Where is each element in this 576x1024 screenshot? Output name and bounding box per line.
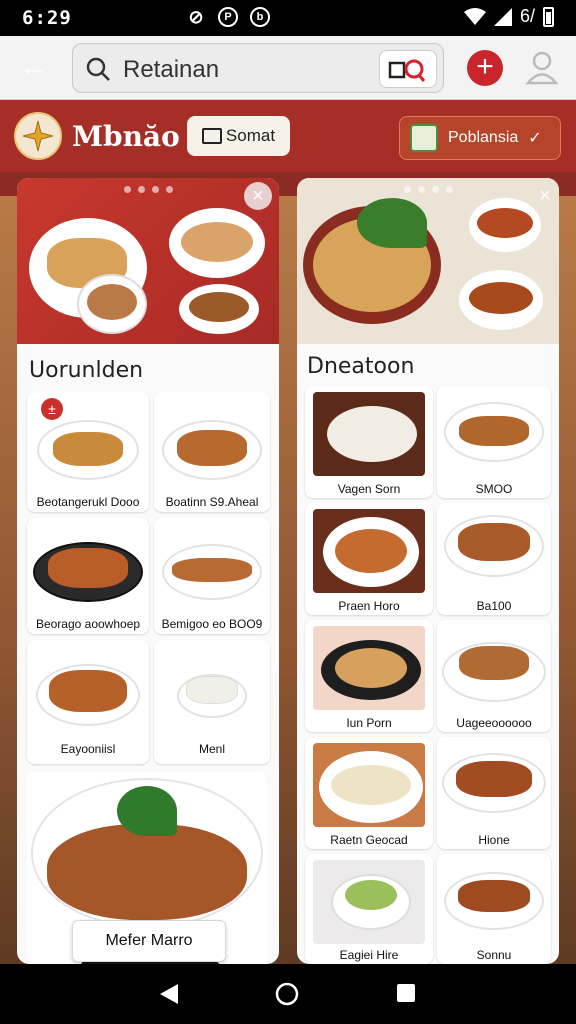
profile-icon[interactable] <box>525 50 559 86</box>
notification-icons: ⊘ P b <box>186 7 270 27</box>
location-label: Poblansia <box>448 129 519 146</box>
menu-item-label: Beorago aoowhoep <box>35 617 141 631</box>
menu-item-tile[interactable]: Hione <box>437 737 551 849</box>
battery-icon <box>543 6 554 27</box>
menu-item-tile[interactable]: Eayooniisl <box>27 640 149 764</box>
menu-item-label: Vagen Sorn <box>337 482 401 496</box>
signal-text: 6/ <box>519 6 535 26</box>
restaurant-name: Mbnăo <box>72 120 180 153</box>
right-hero-image <box>297 178 559 344</box>
close-icon[interactable]: × <box>244 182 272 210</box>
status-time: 6:29 <box>22 7 72 29</box>
menu-item-tile[interactable]: Boatinn S9.Aheal <box>154 392 270 512</box>
menu-item-tile[interactable]: Bemigoo eo BOO9 <box>154 518 270 634</box>
status-bar: 6:29 ⊘ P b 6/ <box>0 0 576 36</box>
search-bar[interactable]: Retainan <box>72 43 444 93</box>
menu-item-tile[interactable]: Praen Horo <box>305 503 433 615</box>
badge-icon: ± <box>41 398 63 420</box>
menu-item-tile[interactable]: SMOO <box>437 386 551 498</box>
menu-item-label: Eayooniisl <box>60 742 116 756</box>
menu-item-label: Sonnu <box>476 948 512 962</box>
menu-item-tile[interactable]: Iun Porn <box>305 620 433 732</box>
back-triangle-icon[interactable] <box>158 982 182 1006</box>
menu-item-tile[interactable]: Ba100 <box>437 503 551 615</box>
b-notification-icon: b <box>250 7 270 27</box>
sort-label: Somat <box>225 126 276 145</box>
search-input[interactable]: Retainan <box>123 56 219 84</box>
close-icon[interactable]: × <box>531 182 559 210</box>
menu-item-tile[interactable]: Uageeoooooo <box>437 620 551 732</box>
left-carousel-dots <box>17 186 279 193</box>
menu-item-tile[interactable]: Sonnu <box>437 854 551 964</box>
navigation-bar <box>0 964 576 1024</box>
app-screen: ← Retainan + Mbnăo Somat Poblansia ✓ × U… <box>0 36 576 964</box>
left-menu-card: × Uorunlden ± Beotangerukl Dooo Boatinn … <box>17 178 279 964</box>
top-toolbar: ← Retainan + <box>0 36 576 100</box>
sort-button[interactable]: Somat <box>187 116 290 156</box>
chevron-down-icon: ✓ <box>528 130 542 147</box>
menu-item-tile[interactable]: Menl <box>154 640 270 764</box>
left-section-title: Uorunlden <box>29 358 144 383</box>
search-icon <box>86 57 110 81</box>
menu-item-label: Raetn Geocad <box>330 833 408 847</box>
home-circle-icon[interactable] <box>275 982 299 1006</box>
scan-icon[interactable] <box>379 50 437 88</box>
sort-icon <box>201 128 222 144</box>
left-hero-image <box>17 178 279 344</box>
menu-item-label: Boatinn S9.Aheal <box>165 495 259 509</box>
right-menu-card: × Dneatoon Vagen Sorn SMOO Praen Horo Ba… <box>297 178 559 964</box>
wifi-icon <box>463 7 486 25</box>
menu-item-label: Praen Horo <box>338 599 400 613</box>
menu-item-label: Uageeoooooo <box>456 716 532 730</box>
signal-icon <box>493 7 512 26</box>
add-button[interactable]: + <box>467 50 503 86</box>
menu-item-label: Bemigoo eo BOO9 <box>161 617 263 631</box>
menu-item-label: Hione <box>478 833 510 847</box>
restaurant-logo-icon <box>14 112 62 160</box>
recents-square-icon[interactable] <box>395 982 417 1004</box>
back-arrow-icon[interactable]: ← <box>18 52 50 84</box>
blocked-notification-icon: ⊘ <box>188 6 204 27</box>
menu-item-tile[interactable]: Vagen Sorn <box>305 386 433 498</box>
right-section-title: Dneatoon <box>307 354 415 379</box>
right-carousel-dots <box>297 186 559 193</box>
menu-item-label: Eagiei Hire <box>339 948 399 962</box>
p-notification-icon: P <box>218 7 238 27</box>
menu-item-tile[interactable]: ± Beotangerukl Dooo <box>27 392 149 512</box>
location-icon <box>410 124 438 152</box>
menu-item-label: SMOO <box>475 482 513 496</box>
menu-item-label: Beotangerukl Dooo <box>36 495 140 509</box>
menu-item-tile[interactable]: Raetn Geocad <box>305 737 433 849</box>
featured-dish-button[interactable]: Mefer Marro <box>72 920 226 962</box>
location-dropdown[interactable]: Poblansia ✓ <box>399 116 561 160</box>
menu-item-label: Iun Porn <box>346 716 392 730</box>
menu-item-tile[interactable]: Eagiei Hire <box>305 854 433 964</box>
system-icons: 6/ <box>463 6 554 27</box>
menu-item-label: Ba100 <box>476 599 512 613</box>
menu-item-label: Menl <box>198 742 225 756</box>
menu-item-tile[interactable]: Beorago aoowhoep <box>27 518 149 634</box>
